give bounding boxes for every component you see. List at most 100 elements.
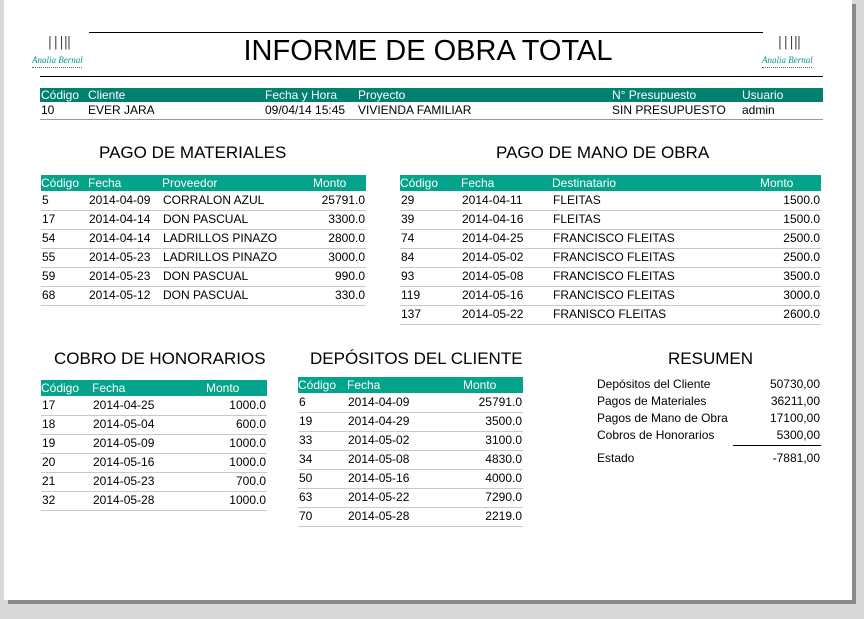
header-val-usuario: admin [742, 103, 775, 117]
header-val-presupuesto: SIN PRESUPUESTO [612, 103, 726, 117]
table-cell: 4830.0 [485, 452, 522, 466]
materiales-col-header: Monto [313, 176, 347, 190]
depositos-col-header: Fecha [347, 378, 381, 392]
table-row: 29 2014-04-11 FLEITAS 1500.0 [400, 191, 821, 211]
header-col-fecha: Fecha y Hora [265, 88, 338, 102]
table-cell: FLEITAS [553, 193, 601, 207]
table-cell: 2014-05-09 [93, 436, 155, 450]
resumen-label: Depósitos del Cliente [597, 377, 711, 391]
header-bar: Código Cliente Fecha y Hora Proyecto N° … [40, 88, 823, 102]
resumen-value: 36211,00 [770, 394, 820, 408]
honorarios-title: COBRO DE HONORARIOS [54, 349, 266, 368]
header-col-cliente: Cliente [88, 88, 126, 102]
table-cell: 70 [299, 509, 313, 523]
table-cell: 25791.0 [478, 395, 522, 409]
table-cell: DON PASCUAL [163, 212, 249, 226]
mano_obra-col-header: Código [400, 176, 439, 190]
table-cell: 2800.0 [328, 231, 365, 245]
table-row: 32 2014-05-28 1000.0 [41, 491, 267, 511]
table-cell: 2014-05-23 [89, 269, 151, 283]
table-cell: 2014-05-16 [462, 288, 524, 302]
table-cell: 600.0 [235, 417, 266, 431]
table-cell: 2014-05-28 [348, 509, 410, 523]
resumen-estado-value: -7881,00 [772, 451, 820, 465]
table-cell: 3000.0 [783, 288, 820, 302]
table-cell: 55 [42, 250, 56, 264]
table-cell: 84 [401, 250, 415, 264]
table-cell: 2014-05-12 [89, 288, 151, 302]
table-cell: 2500.0 [783, 231, 820, 245]
table-cell: 20 [42, 455, 56, 469]
table-cell: 1000.0 [229, 493, 266, 507]
table-cell: 18 [42, 417, 56, 431]
table-cell: 2014-04-09 [89, 193, 151, 207]
table-cell: 2014-04-14 [89, 212, 151, 226]
resumen-total-rule [733, 445, 821, 446]
table-row: 63 2014-05-22 7290.0 [298, 488, 523, 508]
table-row: 93 2014-05-08 FRANCISCO FLEITAS 3500.0 [400, 267, 821, 287]
table-cell: 63 [299, 490, 313, 504]
table-cell: 2014-05-16 [348, 471, 410, 485]
table-cell: 3100.0 [485, 433, 522, 447]
table-cell: 119 [401, 288, 421, 302]
table-cell: 2014-04-11 [462, 193, 523, 207]
materiales-header-row: Código Fecha Proveedor Monto [41, 175, 366, 191]
resumen-value: 50730,00 [769, 377, 820, 391]
table-row: 19 2014-04-29 3500.0 [298, 412, 523, 432]
header-col-usuario: Usuario [742, 88, 784, 102]
table-cell: 1500.0 [783, 212, 820, 226]
table-row: 50 2014-05-16 4000.0 [298, 469, 523, 489]
table-cell: 330.0 [334, 288, 365, 302]
table-row: 20 2014-05-16 1000.0 [41, 453, 267, 473]
resumen-label: Pagos de Mano de Obra [597, 411, 728, 425]
materiales-col-header: Código [41, 176, 80, 190]
header-col-proyecto: Proyecto [358, 88, 406, 102]
mano_obra-header-row: Código Fecha Destinatario Monto [400, 175, 821, 191]
materiales-title: PAGO DE MATERIALES [99, 143, 287, 162]
table-cell: 2219.0 [485, 509, 522, 523]
materiales-col-header: Fecha [88, 176, 122, 190]
table-cell: 1000.0 [229, 436, 266, 450]
table-cell: 3300.0 [328, 212, 365, 226]
table-cell: 7290.0 [485, 490, 522, 504]
table-row: 33 2014-05-02 3100.0 [298, 431, 523, 451]
table-row: 34 2014-05-08 4830.0 [298, 450, 523, 470]
table-cell: 3000.0 [328, 250, 365, 264]
table-cell: 17 [42, 398, 56, 412]
table-cell: 1000.0 [229, 398, 266, 412]
header-val-fecha: 09/04/14 15:45 [265, 103, 346, 117]
table-cell: 2500.0 [783, 250, 820, 264]
resumen-value: 5300,00 [776, 428, 820, 442]
table-cell: DON PASCUAL [163, 269, 249, 283]
table-cell: DON PASCUAL [163, 288, 249, 302]
honorarios-col-header: Fecha [92, 381, 126, 395]
table-cell: 2014-05-04 [93, 417, 155, 431]
table-row: 54 2014-04-14 LADRILLOS PINAZO 2800.0 [41, 229, 366, 249]
table-row: 119 2014-05-16 FRANCISCO FLEITAS 3000.0 [400, 286, 821, 306]
table-row: 21 2014-05-23 700.0 [41, 472, 267, 492]
title-top-rule [89, 32, 763, 33]
table-row: 55 2014-05-23 LADRILLOS PINAZO 3000.0 [41, 248, 366, 268]
table-cell: 50 [299, 471, 313, 485]
table-cell: 990.0 [334, 269, 365, 283]
header-col-presupuesto: N° Presupuesto [612, 88, 697, 102]
table-cell: 29 [401, 193, 415, 207]
table-cell: 68 [42, 288, 56, 302]
table-cell: LADRILLOS PINAZO [163, 231, 278, 245]
table-cell: 54 [42, 231, 56, 245]
table-cell: FRANCISCO FLEITAS [553, 231, 675, 245]
table-cell: 17 [42, 212, 56, 226]
materiales-col-header: Proveedor [162, 176, 218, 190]
table-cell: 34 [299, 452, 313, 466]
header-val-proyecto: VIVIENDA FAMILIAR [358, 103, 472, 117]
table-cell: 21 [42, 474, 56, 488]
table-cell: 93 [401, 269, 415, 283]
table-cell: 2014-04-09 [348, 395, 410, 409]
table-cell: 4000.0 [485, 471, 522, 485]
table-cell: 2014-04-14 [89, 231, 151, 245]
table-cell: 2014-04-29 [348, 414, 410, 428]
table-cell: 3500.0 [783, 269, 820, 283]
resumen-label: Cobros de Honorarios [597, 428, 715, 442]
depositos-col-header: Código [298, 378, 337, 392]
table-cell: 1000.0 [229, 455, 266, 469]
